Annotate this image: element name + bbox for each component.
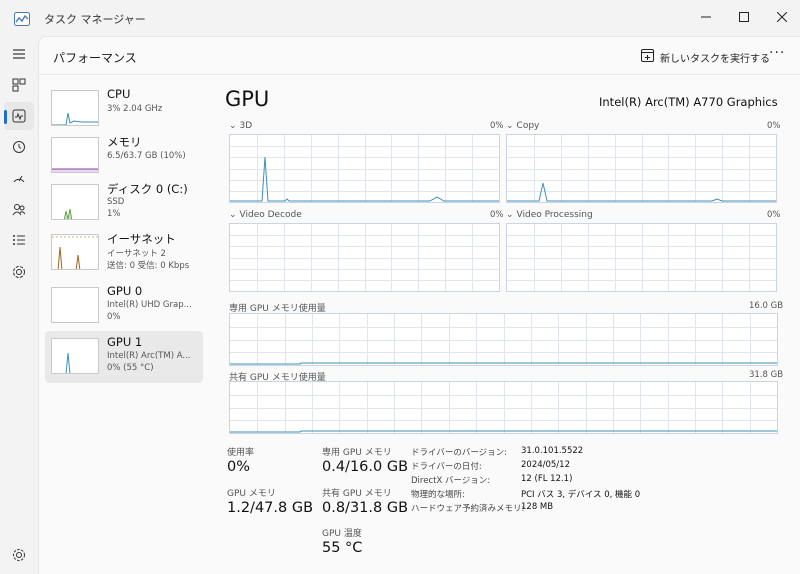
driver-date-value: 2024/05/12 bbox=[521, 460, 570, 470]
chevron-down-icon: ⌄ bbox=[506, 121, 514, 131]
device-detail: 3% 2.04 GHz bbox=[107, 104, 163, 114]
device-name: メモリ bbox=[107, 135, 142, 149]
details-icon[interactable] bbox=[4, 226, 34, 254]
device-gpu-0[interactable]: GPU 0 Intel(R) UHD Grap... 0% bbox=[45, 280, 203, 332]
engine-3d-graph bbox=[229, 134, 500, 203]
gpu-3d-usage-line bbox=[230, 156, 499, 202]
device-detail: イーサネット 2 bbox=[107, 249, 166, 259]
device-cpu[interactable]: CPU 3% 2.04 GHz bbox=[45, 83, 203, 135]
engine-video-processing-graph bbox=[506, 223, 777, 292]
title-bar: タスク マネージャー bbox=[0, 0, 800, 36]
engine-3d-percent: 0% bbox=[490, 121, 504, 131]
device-ethernet[interactable]: イーサネット イーサネット 2 送信: 0 受信: 0 Kbps bbox=[45, 227, 203, 279]
engine-video-decode-graph bbox=[229, 223, 500, 292]
engine-3d-label[interactable]: ⌄ 3D bbox=[229, 121, 252, 131]
page-header: パフォーマンス 新しいタスクを実行する ··· bbox=[39, 37, 800, 75]
hamburger-icon[interactable] bbox=[4, 40, 34, 68]
gpu-memory-value: 1.2/47.8 GB bbox=[227, 500, 314, 516]
device-name: CPU bbox=[107, 87, 131, 101]
gpu0-thumbnail-graph bbox=[51, 287, 99, 323]
directx-version-label: DirectX バージョン: bbox=[411, 476, 491, 486]
device-detail: 0% bbox=[107, 312, 121, 322]
dedicated-memory-stat-value: 0.4/16.0 GB bbox=[322, 459, 409, 475]
device-disk[interactable]: ディスク 0 (C:) SSD 1% bbox=[45, 177, 203, 229]
disk-thumbnail-graph bbox=[51, 184, 99, 220]
performance-icon[interactable] bbox=[4, 102, 34, 130]
reserved-memory-value: 128 MB bbox=[521, 502, 554, 512]
engine-video-processing-label[interactable]: ⌄ Video Processing bbox=[506, 210, 593, 220]
dedicated-memory-stat-label: 専用 GPU メモリ bbox=[322, 448, 392, 458]
navigation-rail bbox=[0, 36, 38, 574]
device-gpu-1[interactable]: GPU 1 Intel(R) Arc(TM) A... 0% (55 °C) bbox=[45, 331, 203, 383]
dedicated-memory-max: 16.0 GB bbox=[749, 301, 784, 311]
startup-icon[interactable] bbox=[4, 164, 34, 192]
app-history-icon[interactable] bbox=[4, 133, 34, 161]
content-panel: パフォーマンス 新しいタスクを実行する ··· CPU 3% 2.04 GHz … bbox=[38, 36, 800, 574]
cpu-thumbnail-graph bbox=[51, 90, 99, 126]
device-name: イーサネット bbox=[107, 232, 176, 246]
shared-memory-max: 31.8 GB bbox=[749, 370, 784, 380]
driver-date-label: ドライバーの日付: bbox=[411, 462, 482, 472]
run-task-icon bbox=[641, 49, 654, 65]
device-detail: 1% bbox=[107, 209, 121, 219]
memory-thumbnail-graph bbox=[51, 137, 99, 173]
gpu1-thumbnail-graph bbox=[51, 338, 99, 374]
shared-memory-stat-label: 共有 GPU メモリ bbox=[322, 489, 392, 499]
utilization-label: 使用率 bbox=[227, 448, 255, 458]
device-detail: SSD bbox=[107, 197, 125, 207]
chevron-down-icon: ⌄ bbox=[506, 210, 514, 220]
device-name: GPU 1 bbox=[107, 335, 143, 349]
directx-version-value: 12 (FL 12.1) bbox=[521, 474, 573, 484]
page-title: パフォーマンス bbox=[53, 51, 137, 65]
reserved-memory-label: ハードウェア予約済みメモリ: bbox=[411, 504, 525, 514]
engine-video-decode-label[interactable]: ⌄ Video Decode bbox=[229, 210, 302, 220]
utilization-value: 0% bbox=[227, 459, 251, 475]
window-title: タスク マネージャー bbox=[44, 13, 146, 26]
services-icon[interactable] bbox=[4, 258, 34, 286]
device-memory[interactable]: メモリ 6.5/63.7 GB (10%) bbox=[45, 130, 203, 182]
engine-copy-percent: 0% bbox=[767, 121, 781, 131]
physical-location-value: PCI バス 3, デバイス 0, 機能 0 bbox=[521, 490, 641, 500]
device-detail: 6.5/63.7 GB (10%) bbox=[107, 151, 186, 161]
device-name: GPU 0 bbox=[107, 284, 143, 298]
ethernet-thumbnail-graph bbox=[51, 234, 99, 270]
device-detail: Intel(R) Arc(TM) A... bbox=[107, 351, 191, 361]
driver-version-label: ドライバーのバージョン: bbox=[411, 448, 508, 458]
engine-video-decode-percent: 0% bbox=[490, 210, 504, 220]
device-detail: 0% (55 °C) bbox=[107, 363, 154, 373]
gpu-temperature-label: GPU 温度 bbox=[322, 529, 362, 539]
settings-icon[interactable] bbox=[12, 547, 26, 566]
gpu-model-name: Intel(R) Arc(TM) A770 Graphics bbox=[599, 95, 778, 109]
more-options-button[interactable]: ··· bbox=[769, 45, 785, 61]
gpu-temperature-value: 55 °C bbox=[322, 540, 363, 556]
run-new-task-button[interactable]: 新しいタスクを実行する bbox=[641, 46, 770, 68]
task-manager-app-icon bbox=[14, 11, 30, 30]
shared-memory-stat-value: 0.8/31.8 GB bbox=[322, 500, 409, 516]
device-detail: Intel(R) UHD Grap... bbox=[107, 300, 192, 310]
chevron-down-icon: ⌄ bbox=[229, 210, 237, 220]
close-button[interactable] bbox=[760, 0, 800, 34]
engine-copy-graph bbox=[506, 134, 777, 203]
gpu-memory-label: GPU メモリ bbox=[227, 489, 276, 499]
engine-copy-label[interactable]: ⌄ Copy bbox=[506, 121, 539, 131]
driver-version-value: 31.0.101.5522 bbox=[521, 446, 584, 456]
users-icon[interactable] bbox=[4, 195, 34, 223]
chevron-down-icon: ⌄ bbox=[229, 121, 237, 131]
device-name: ディスク 0 (C:) bbox=[107, 182, 188, 196]
device-detail: 送信: 0 受信: 0 Kbps bbox=[107, 261, 190, 271]
shared-memory-graph bbox=[229, 381, 778, 434]
run-task-label: 新しいタスクを実行する bbox=[660, 53, 770, 65]
physical-location-label: 物理的な場所: bbox=[411, 490, 465, 500]
gpu-heading: GPU bbox=[225, 87, 270, 111]
processes-icon[interactable] bbox=[4, 71, 34, 99]
engine-video-processing-percent: 0% bbox=[767, 210, 781, 220]
dedicated-memory-graph bbox=[229, 313, 778, 366]
